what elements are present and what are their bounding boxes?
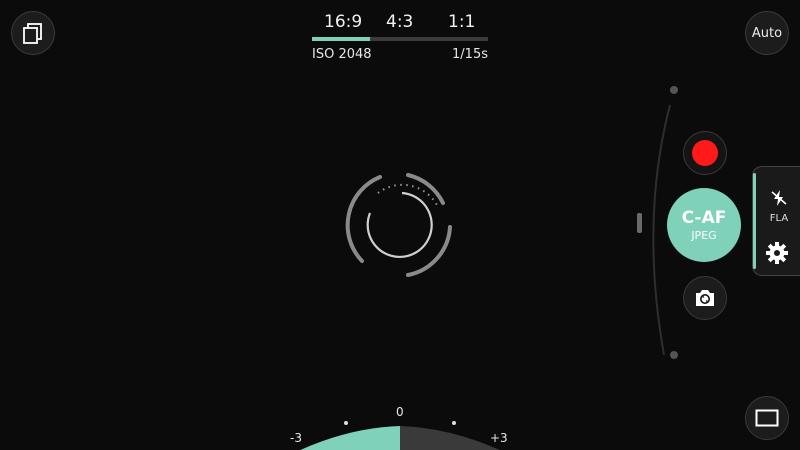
focus-mode-label: C-AF xyxy=(681,207,727,228)
gallery-icon xyxy=(23,23,42,44)
aspect-ratio-16-9[interactable]: 16:9 xyxy=(324,12,362,32)
exposure-max-label: +3 xyxy=(490,431,508,445)
flash-toggle[interactable]: FLA xyxy=(765,189,793,224)
record-icon xyxy=(692,140,718,166)
exposure-center-label: 0 xyxy=(396,405,404,419)
switch-camera-icon xyxy=(696,290,714,306)
shutter-button[interactable]: C-AF JPEG xyxy=(667,188,741,262)
aspect-ratio-selected-indicator xyxy=(312,37,370,41)
aspect-ratio-track xyxy=(312,37,488,41)
flash-off-icon xyxy=(771,190,787,206)
switch-camera-button[interactable] xyxy=(683,276,727,320)
exposure-tick xyxy=(452,421,456,425)
aspect-ratio-1-1[interactable]: 1:1 xyxy=(448,12,475,32)
aspect-ratio-selector: 16:9 4:3 1:1 ISO 2048 1/15s xyxy=(310,12,490,62)
exposure-min-label: -3 xyxy=(290,431,302,445)
iso-readout[interactable]: ISO 2048 xyxy=(312,47,372,62)
exposure-tick xyxy=(344,421,348,425)
image-format-label: JPEG xyxy=(691,228,717,242)
gear-icon xyxy=(766,242,788,264)
flash-label: FLA xyxy=(769,213,789,224)
panel-accent-edge xyxy=(753,173,756,269)
quick-settings-panel: FLA xyxy=(752,166,800,276)
aspect-ratio-4-3[interactable]: 4:3 xyxy=(386,12,413,32)
focus-reticle xyxy=(345,173,452,277)
preview-frame-icon xyxy=(755,409,779,427)
gallery-button[interactable] xyxy=(11,11,55,55)
settings-button[interactable] xyxy=(765,241,793,265)
auto-mode-label: Auto xyxy=(751,25,783,41)
auto-mode-button[interactable]: Auto xyxy=(745,11,789,55)
record-video-button[interactable] xyxy=(683,131,727,175)
preview-frame-button[interactable] xyxy=(745,396,789,440)
shutter-speed-readout[interactable]: 1/15s xyxy=(452,47,488,62)
